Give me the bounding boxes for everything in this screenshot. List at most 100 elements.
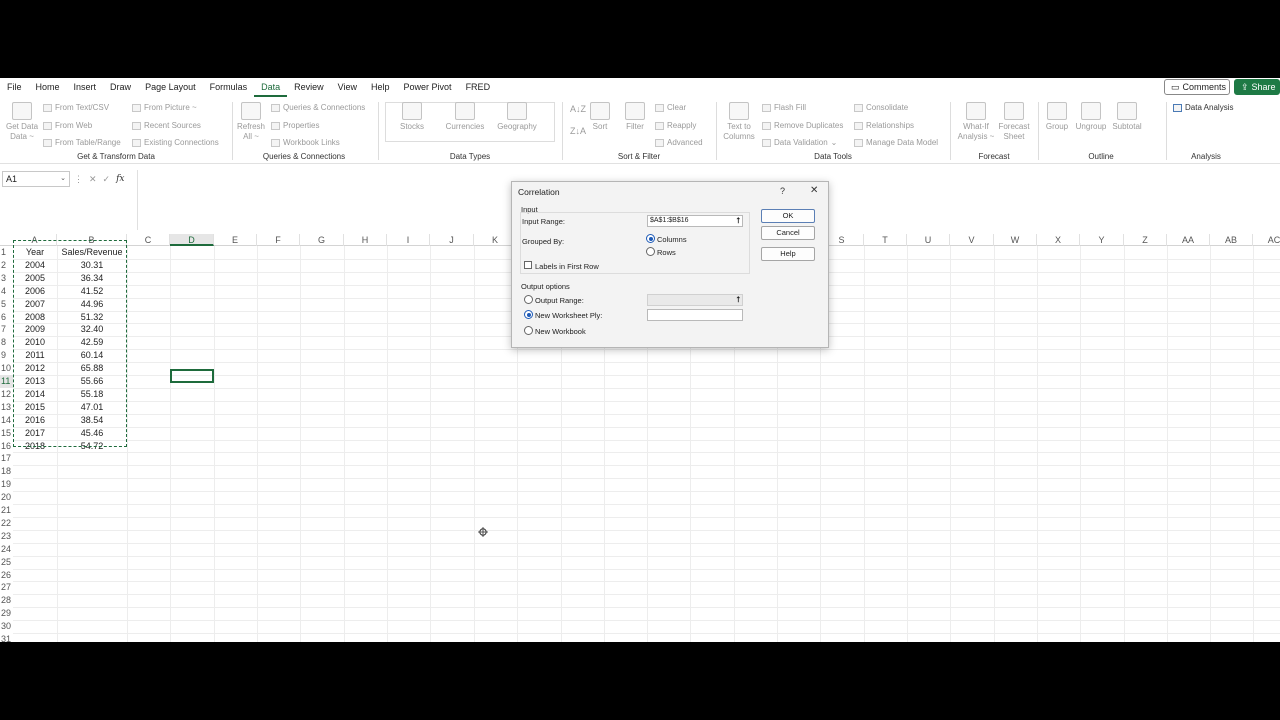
new-workbook-radio[interactable] bbox=[524, 326, 533, 335]
column-header-t[interactable]: T bbox=[864, 234, 907, 246]
row-header-26[interactable]: 26 bbox=[0, 569, 13, 582]
tab-data[interactable]: Data bbox=[254, 78, 288, 97]
column-header-d[interactable]: D bbox=[170, 234, 214, 246]
remove-duplicates-button[interactable]: Remove Duplicates bbox=[762, 121, 843, 130]
labels-first-row-checkbox[interactable] bbox=[524, 261, 532, 269]
column-header-w[interactable]: W bbox=[994, 234, 1037, 246]
refresh-all-button[interactable]: Refresh All ~ bbox=[236, 102, 266, 142]
recent-sources-button[interactable]: Recent Sources bbox=[132, 121, 201, 130]
column-header-aa[interactable]: AA bbox=[1167, 234, 1210, 246]
currencies-button[interactable]: Currencies bbox=[443, 102, 487, 132]
column-header-h[interactable]: H bbox=[344, 234, 387, 246]
columns-radio[interactable] bbox=[646, 234, 655, 243]
tab-insert[interactable]: Insert bbox=[67, 78, 104, 97]
confirm-icon[interactable]: ✓ bbox=[103, 174, 111, 185]
from-table-range-button[interactable]: From Table/Range bbox=[43, 138, 121, 147]
from-text-csv-button[interactable]: From Text/CSV bbox=[43, 103, 109, 112]
column-header-e[interactable]: E bbox=[214, 234, 257, 246]
row-header-27[interactable]: 27 bbox=[0, 581, 13, 594]
row-header-16[interactable]: 16 bbox=[0, 440, 13, 453]
column-header-ab[interactable]: AB bbox=[1210, 234, 1253, 246]
stocks-button[interactable]: Stocks bbox=[395, 102, 429, 132]
active-cell-selection[interactable] bbox=[170, 369, 214, 383]
column-header-f[interactable]: F bbox=[257, 234, 300, 246]
column-header-ac[interactable]: AC bbox=[1253, 234, 1280, 246]
properties-button[interactable]: Properties bbox=[271, 121, 319, 130]
tab-draw[interactable]: Draw bbox=[103, 78, 138, 97]
row-header-22[interactable]: 22 bbox=[0, 517, 13, 530]
row-header-8[interactable]: 8 bbox=[0, 336, 13, 349]
row-header-10[interactable]: 10 bbox=[0, 362, 13, 375]
column-header-g[interactable]: G bbox=[300, 234, 344, 246]
column-header-y[interactable]: Y bbox=[1080, 234, 1124, 246]
row-header-4[interactable]: 4 bbox=[0, 285, 13, 298]
row-header-12[interactable]: 12 bbox=[0, 388, 13, 401]
consolidate-button[interactable]: Consolidate bbox=[854, 103, 908, 112]
sort-ascending-button[interactable]: A↓Z bbox=[570, 104, 586, 114]
new-worksheet-ply-radio[interactable] bbox=[524, 310, 533, 319]
row-header-1[interactable]: 1 bbox=[0, 246, 13, 259]
sort-button[interactable]: Sort bbox=[589, 102, 611, 132]
forecast-sheet-button[interactable]: Forecast Sheet bbox=[997, 102, 1031, 142]
row-header-21[interactable]: 21 bbox=[0, 504, 13, 517]
tab-page-layout[interactable]: Page Layout bbox=[138, 78, 203, 97]
row-header-5[interactable]: 5 bbox=[0, 298, 13, 311]
from-web-button[interactable]: From Web bbox=[43, 121, 92, 130]
more-options-icon[interactable]: ⋮ bbox=[74, 174, 83, 185]
rows-radio[interactable] bbox=[646, 247, 655, 256]
geography-button[interactable]: Geography bbox=[496, 102, 538, 132]
comments-button[interactable]: ▭ Comments bbox=[1164, 79, 1230, 95]
sort-descending-button[interactable]: Z↓A bbox=[570, 126, 586, 136]
row-header-7[interactable]: 7 bbox=[0, 323, 13, 336]
row-header-28[interactable]: 28 bbox=[0, 594, 13, 607]
reapply-button[interactable]: Reapply bbox=[655, 121, 696, 130]
row-header-24[interactable]: 24 bbox=[0, 543, 13, 556]
help-button[interactable]: Help bbox=[761, 247, 815, 261]
group-button[interactable]: Group bbox=[1041, 102, 1073, 132]
advanced-button[interactable]: Advanced bbox=[655, 138, 703, 147]
queries-connections-button[interactable]: Queries & Connections bbox=[271, 103, 365, 112]
input-range-field[interactable]: $A$1:$B$16 ⭡ bbox=[647, 215, 743, 227]
row-header-23[interactable]: 23 bbox=[0, 530, 13, 543]
close-icon[interactable]: ✕ bbox=[810, 185, 818, 196]
output-range-radio[interactable] bbox=[524, 295, 533, 304]
row-header-18[interactable]: 18 bbox=[0, 465, 13, 478]
filter-button[interactable]: Filter bbox=[623, 102, 647, 132]
row-header-3[interactable]: 3 bbox=[0, 272, 13, 285]
subtotal-button[interactable]: Subtotal bbox=[1109, 102, 1145, 132]
column-header-v[interactable]: V bbox=[950, 234, 994, 246]
tab-formulas[interactable]: Formulas bbox=[203, 78, 255, 97]
from-picture-button[interactable]: From Picture ~ bbox=[132, 103, 197, 112]
clear-button[interactable]: Clear bbox=[655, 103, 686, 112]
row-header-17[interactable]: 17 bbox=[0, 452, 13, 465]
existing-connections-button[interactable]: Existing Connections bbox=[132, 138, 219, 147]
manage-data-model-button[interactable]: Manage Data Model bbox=[854, 138, 938, 147]
row-header-9[interactable]: 9 bbox=[0, 349, 13, 362]
flash-fill-button[interactable]: Flash Fill bbox=[762, 103, 806, 112]
row-header-20[interactable]: 20 bbox=[0, 491, 13, 504]
insert-function-icon[interactable]: fx bbox=[116, 174, 124, 184]
row-header-15[interactable]: 15 bbox=[0, 427, 13, 440]
data-analysis-button[interactable]: Data Analysis bbox=[1173, 103, 1233, 112]
tab-view[interactable]: View bbox=[331, 78, 364, 97]
row-header-13[interactable]: 13 bbox=[0, 401, 13, 414]
tab-fred[interactable]: FRED bbox=[459, 78, 498, 97]
share-button[interactable]: ⇪ Share bbox=[1234, 79, 1280, 95]
tab-help[interactable]: Help bbox=[364, 78, 397, 97]
column-header-x[interactable]: X bbox=[1037, 234, 1080, 246]
ungroup-button[interactable]: Ungroup bbox=[1073, 102, 1109, 132]
range-select-icon[interactable]: ⭡ bbox=[736, 295, 740, 305]
help-icon[interactable]: ? bbox=[780, 186, 785, 196]
chevron-down-icon[interactable]: ⌄ bbox=[60, 172, 66, 186]
tab-power-pivot[interactable]: Power Pivot bbox=[397, 78, 459, 97]
tab-review[interactable]: Review bbox=[287, 78, 331, 97]
new-worksheet-ply-field[interactable] bbox=[647, 309, 743, 321]
cancel-icon[interactable]: ✕ bbox=[89, 174, 97, 185]
column-header-z[interactable]: Z bbox=[1124, 234, 1167, 246]
row-header-31[interactable]: 31 bbox=[0, 633, 13, 642]
output-range-field[interactable]: ⭡ bbox=[647, 294, 743, 306]
column-header-i[interactable]: I bbox=[387, 234, 430, 246]
tab-home[interactable]: Home bbox=[29, 78, 67, 97]
row-header-14[interactable]: 14 bbox=[0, 414, 13, 427]
row-header-11[interactable]: 11 bbox=[0, 375, 13, 388]
